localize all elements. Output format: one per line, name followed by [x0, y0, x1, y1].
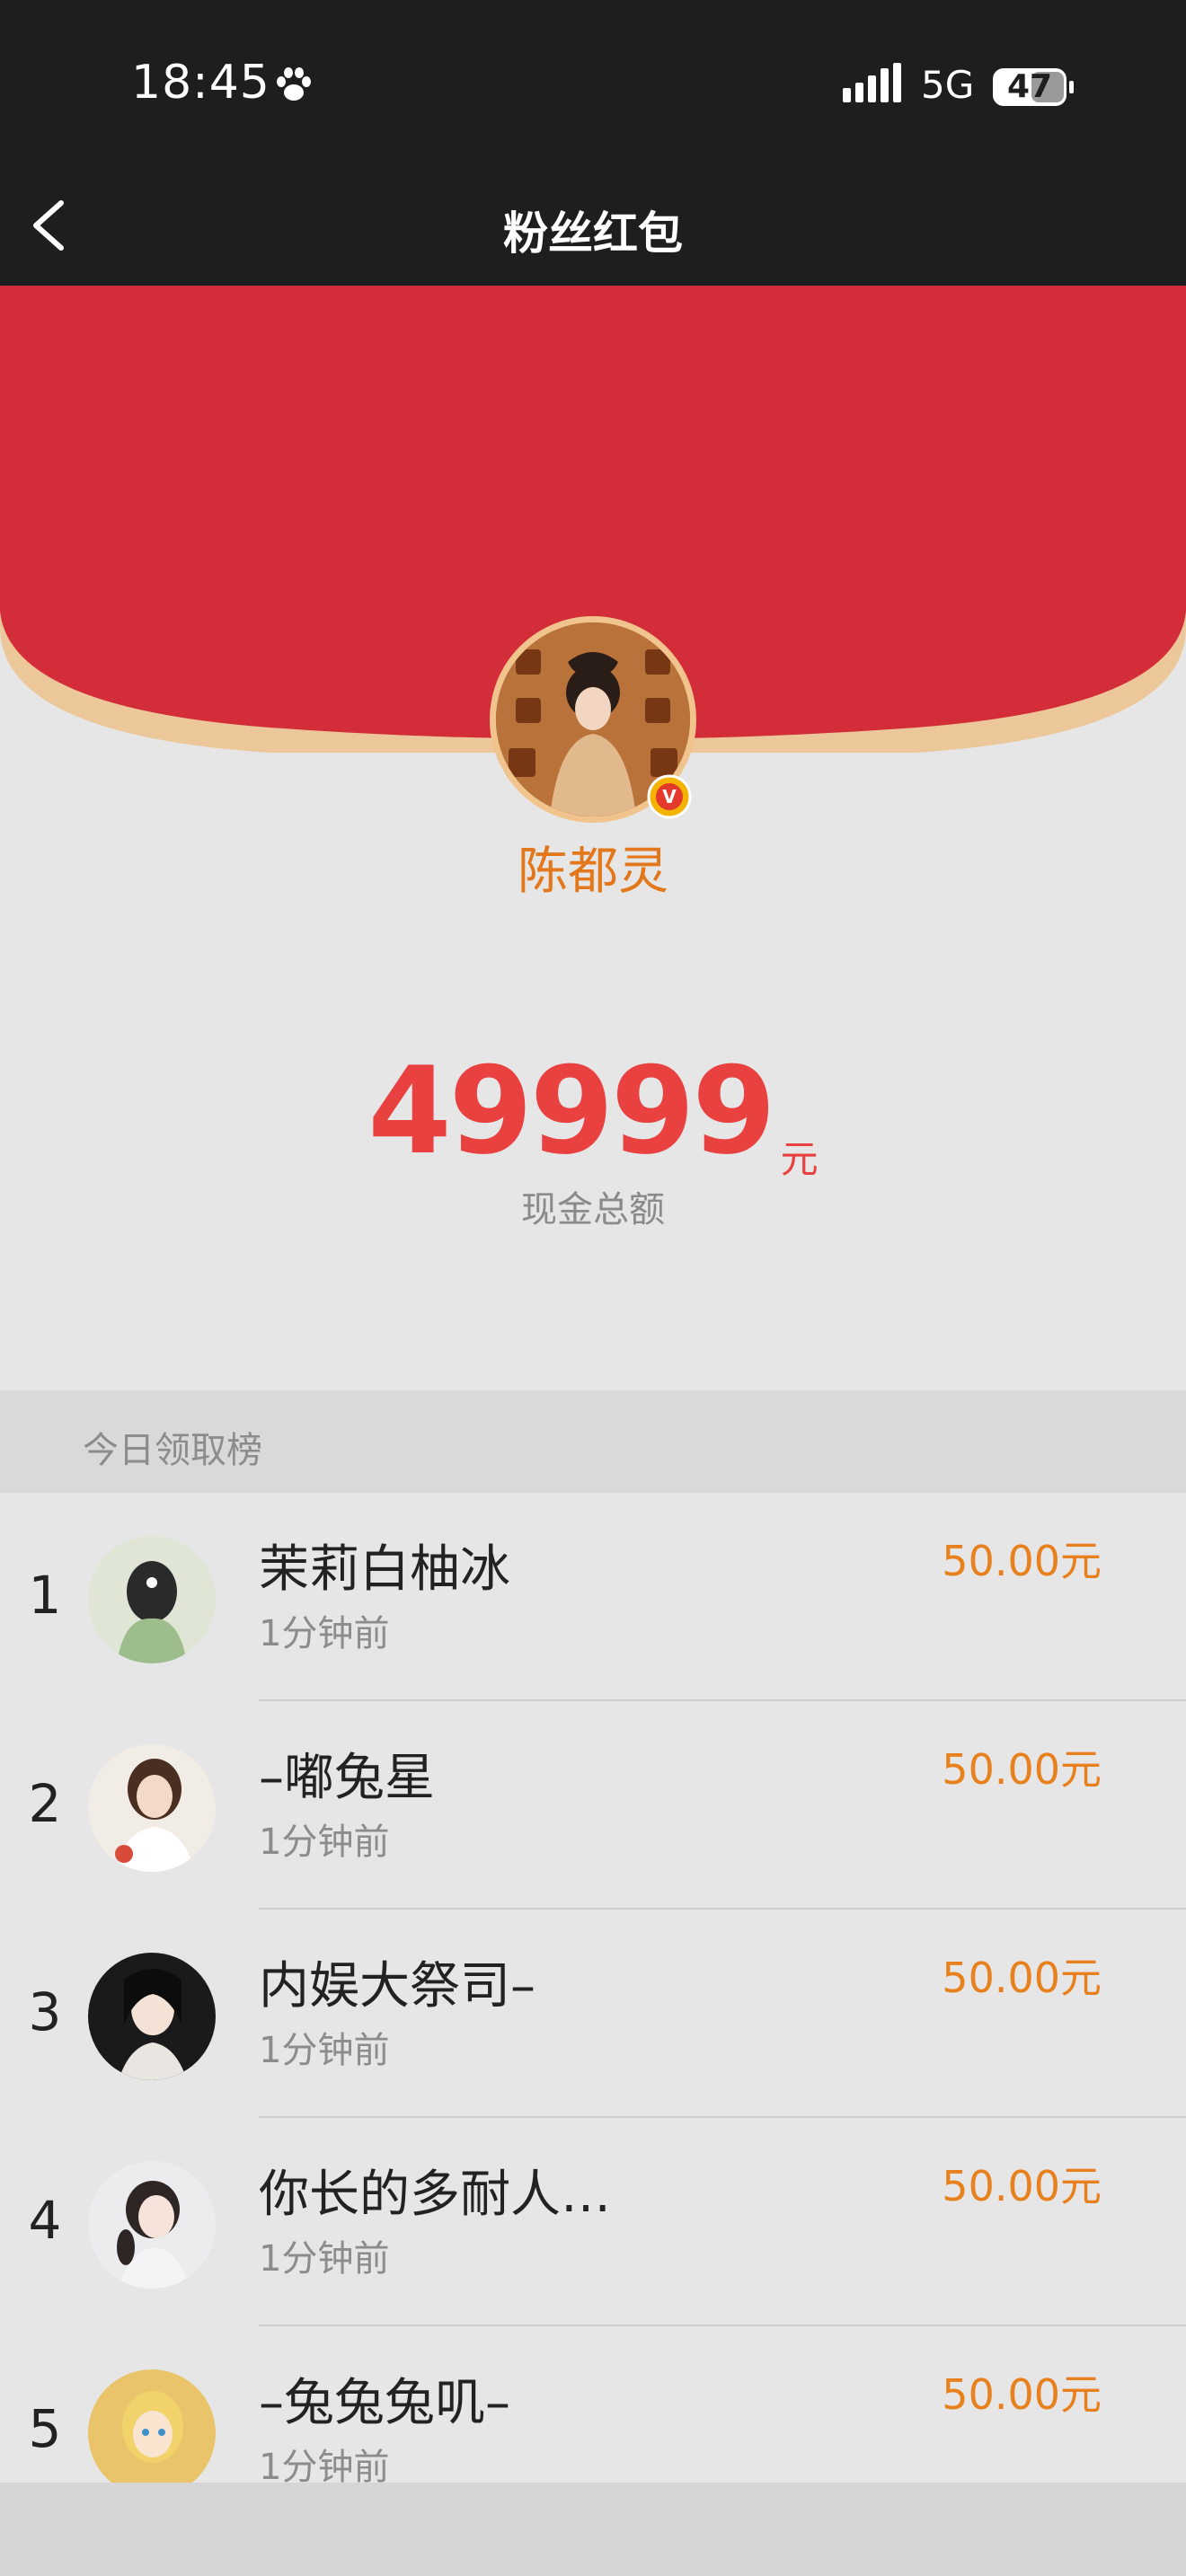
list-item[interactable]: 2 –嘟兔星 1分钟前 50.00元 [0, 1701, 1186, 1910]
leaderboard-list: 1 茉莉白柚冰 1分钟前 50.00元 2 –嘟兔星 1分钟前 50.00元 3… [0, 1493, 1186, 2483]
claim-time: 1分钟前 [259, 2238, 390, 2280]
leaderboard-header: 今日领取榜 [0, 1390, 1186, 1493]
list-item[interactable]: 3 内娱大祭司– 1分钟前 50.00元 [0, 1910, 1186, 2118]
user-name: –嘟兔星 [259, 1749, 435, 1807]
leaderboard-title: 今日领取榜 [83, 1430, 262, 1471]
battery-level: 47 [1006, 68, 1053, 105]
signal-icon [843, 63, 901, 102]
user-name: –兔兔兔叽– [259, 2374, 510, 2432]
total-amount: 49999 [367, 1041, 775, 1181]
status-bar: 18:45 5G 47 [0, 0, 1186, 162]
list-item[interactable]: 4 你长的多耐人… 1分钟前 50.00元 [0, 2118, 1186, 2326]
claim-amount: 50.00元 [942, 2162, 1102, 2210]
paw-icon [277, 67, 311, 101]
claim-amount: 50.00元 [942, 1954, 1102, 2002]
claim-time: 1分钟前 [259, 1613, 390, 1654]
user-avatar[interactable] [88, 1536, 216, 1663]
claim-time: 1分钟前 [259, 2447, 390, 2483]
list-item[interactable]: 1 茉莉白柚冰 1分钟前 50.00元 [0, 1493, 1186, 1701]
amount-display: 49999 元 [0, 1051, 1186, 1184]
rank-number: 1 [28, 1565, 62, 1626]
battery-icon: 47 [992, 65, 1075, 110]
claim-amount: 50.00元 [942, 1745, 1102, 1794]
amount-label: 现金总额 [521, 1189, 665, 1231]
host-name: 陈都灵 [518, 842, 668, 901]
claim-amount: 50.00元 [942, 1537, 1102, 1585]
user-avatar[interactable] [88, 2161, 216, 2289]
user-avatar[interactable] [88, 1744, 216, 1872]
page: 18:45 5G 47 粉丝红包 V 陈都灵 49999 元 现金总额 今日领取… [0, 0, 1186, 2576]
verified-badge-icon: V [647, 774, 692, 819]
user-avatar[interactable] [88, 1953, 216, 2080]
rank-number: 3 [28, 1981, 62, 2042]
claim-time: 1分钟前 [259, 1822, 390, 1863]
user-name: 你长的多耐人… [259, 2166, 611, 2224]
user-name: 内娱大祭司– [259, 1957, 535, 2016]
user-avatar[interactable] [88, 2369, 216, 2483]
page-title: 粉丝红包 [503, 207, 683, 260]
rank-number: 4 [28, 2190, 62, 2251]
bottom-bar [0, 2483, 1186, 2576]
rank-number: 5 [28, 2398, 62, 2459]
claim-time: 1分钟前 [259, 2030, 390, 2071]
verified-label: V [662, 786, 677, 807]
status-time: 18:45 [131, 56, 270, 110]
user-name: 茉莉白柚冰 [259, 1540, 510, 1599]
amount-unit: 元 [780, 1137, 819, 1181]
list-item[interactable]: 5 –兔兔兔叽– 1分钟前 50.00元 [0, 2326, 1186, 2483]
network-type: 5G [921, 63, 975, 107]
rank-number: 2 [28, 1773, 62, 1834]
claim-amount: 50.00元 [942, 2370, 1102, 2419]
nav-bar: 粉丝红包 [0, 162, 1186, 286]
